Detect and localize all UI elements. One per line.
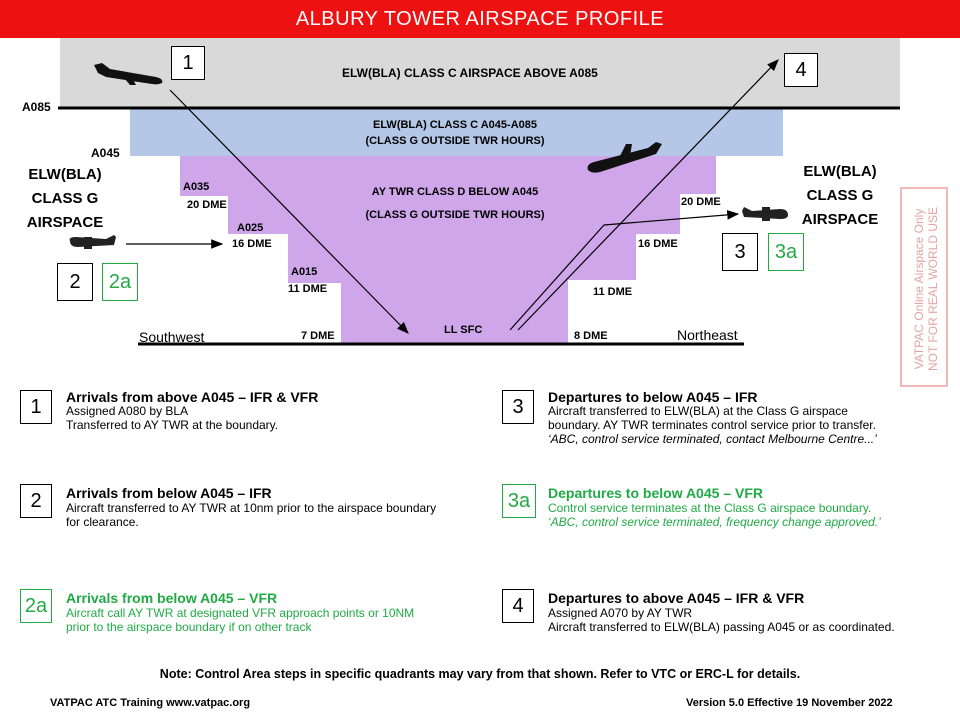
dme-8-right: 8 DME xyxy=(574,330,608,342)
legend-title-2: Arrivals from below A045 – IFR xyxy=(66,485,272,501)
marker-2: 2 xyxy=(57,263,93,301)
dme-20-right: 20 DME xyxy=(681,196,721,208)
legend-title-1: Arrivals from above A045 – IFR & VFR xyxy=(66,389,319,405)
watermark-line-1: VATPAC Online Airspace Only xyxy=(912,208,926,370)
legend-text-1: Assigned A080 by BLA Transferred to AY T… xyxy=(66,404,279,432)
altitude-a085: A085 xyxy=(22,100,51,114)
legend-num-4: 4 xyxy=(502,589,534,623)
dme-11-left: 11 DME xyxy=(288,283,328,295)
note-text: Note: Control Area steps in specific qua… xyxy=(159,667,801,681)
marker-1: 1 xyxy=(171,46,205,80)
legend-num-2: 2 xyxy=(20,484,52,518)
legend-title-3a: Departures to below A045 – VFR xyxy=(548,485,763,501)
watermark-line-2: NOT FOR REAL WORLD USE xyxy=(926,206,940,372)
legend-text-3a: Control service terminates at the Class … xyxy=(548,501,881,529)
dme-16-right: 16 DME xyxy=(638,238,678,250)
class-g-right-label: ELW(BLA) CLASS G AIRSPACE xyxy=(801,163,879,228)
footer-left: VATPAC ATC Training www.vatpac.org xyxy=(50,697,251,709)
dme-11-right: 11 DME xyxy=(593,286,633,298)
class-g-left-label: ELW(BLA) CLASS G AIRSPACE xyxy=(26,166,104,231)
legend-title-2a: Arrivals from below A045 – VFR xyxy=(66,590,278,606)
marker-2a: 2a xyxy=(102,263,138,301)
legend-num-3a: 3a xyxy=(502,484,536,518)
dme-16-left: 16 DME xyxy=(232,238,272,250)
dme-20-left: 20 DME xyxy=(187,199,227,211)
northeast-label: Northeast xyxy=(677,327,738,343)
legend-num-3: 3 xyxy=(502,390,534,424)
watermark-box: VATPAC Online Airspace Only NOT FOR REAL… xyxy=(900,187,948,387)
altitude-a015: A015 xyxy=(291,266,318,278)
marker-4: 4 xyxy=(784,53,818,87)
footer-right: Version 5.0 Effective 19 November 2022 xyxy=(686,697,893,709)
legend-title-3: Departures to below A045 – IFR xyxy=(548,389,758,405)
light-aircraft-icon-left xyxy=(69,235,116,249)
marker-3a: 3a xyxy=(768,233,804,271)
light-aircraft-icon-right xyxy=(742,207,788,221)
legend-text-4: Assigned A070 by AY TWR Aircraft transfe… xyxy=(548,606,895,634)
legend-text-2: Aircraft transferred to AY TWR at 10nm p… xyxy=(66,501,437,529)
dme-7-left: 7 DME xyxy=(301,330,335,342)
jet-aircraft-icon xyxy=(94,63,163,85)
altitude-a045: A045 xyxy=(91,146,120,160)
marker-3: 3 xyxy=(722,233,758,271)
legend-text-2a: Aircraft call AY TWR at designated VFR a… xyxy=(66,606,415,634)
jet-aircraft-climbing-icon xyxy=(587,142,662,173)
altitude-a035: A035 xyxy=(183,181,210,193)
legend-num-1: 1 xyxy=(20,390,52,424)
altitude-a025: A025 xyxy=(237,222,264,234)
legend-text-3: Aircraft transferred to ELW(BLA) at the … xyxy=(548,404,877,446)
legend-title-4: Departures to above A045 – IFR & VFR xyxy=(548,590,805,606)
southwest-label: Southwest xyxy=(139,329,205,345)
legend-num-2a: 2a xyxy=(20,589,52,623)
